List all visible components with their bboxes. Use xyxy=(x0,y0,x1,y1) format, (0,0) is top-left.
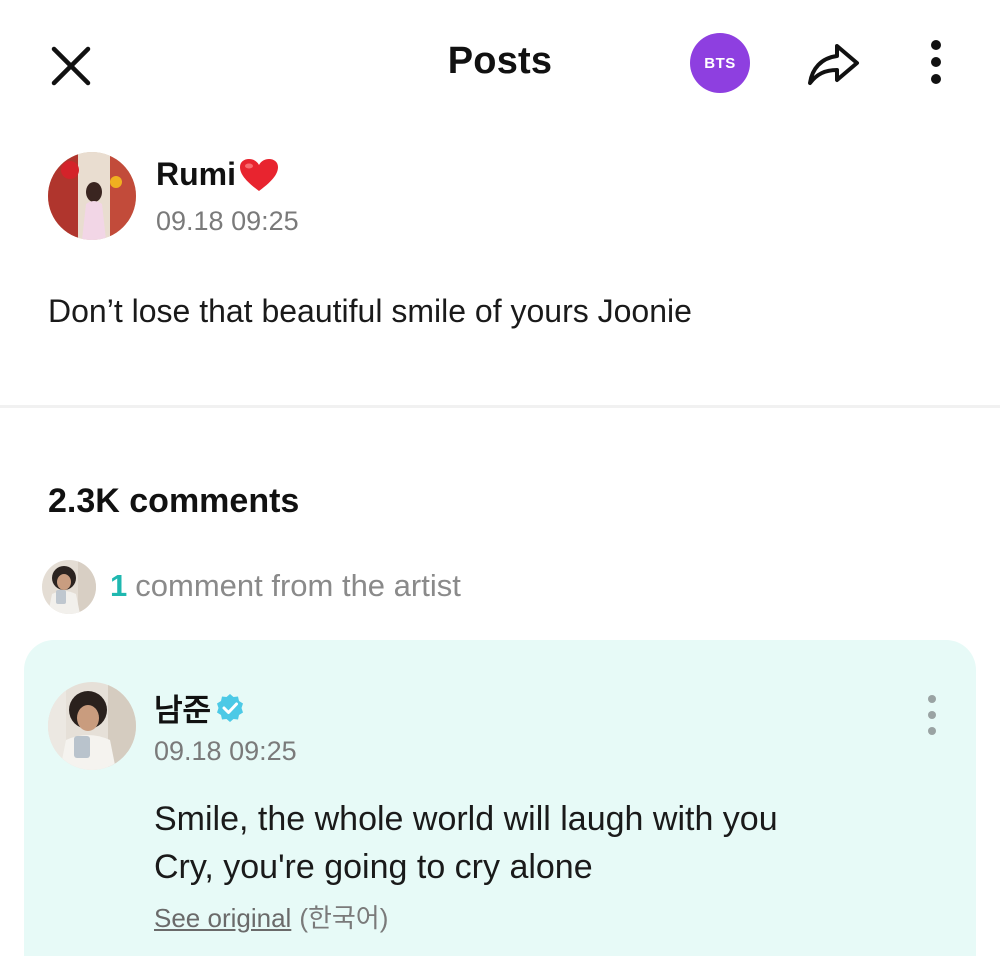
post-timestamp: 09.18 09:25 xyxy=(156,206,299,236)
comment-line-1: Smile, the whole world will laugh with y… xyxy=(154,800,778,838)
comment-body: Smile, the whole world will laugh with y… xyxy=(154,795,778,891)
commenter-avatar[interactable] xyxy=(48,682,136,770)
post-body: Don’t lose that beautiful smile of yours… xyxy=(48,293,692,329)
comment-line-2: Cry, you're going to cry alone xyxy=(154,848,593,886)
heart-icon xyxy=(240,158,278,191)
artist-mini-avatar xyxy=(42,560,96,614)
more-options-button[interactable] xyxy=(918,35,954,93)
original-language: (한국어) xyxy=(299,903,389,933)
community-badge-button[interactable]: BTS xyxy=(690,33,750,93)
artist-comment-label: comment from the artist xyxy=(135,568,461,603)
more-vertical-icon xyxy=(928,695,936,735)
comment-more-button[interactable] xyxy=(920,692,944,738)
post-author: Rumi 09.18 09:25 xyxy=(48,152,768,244)
artist-comments-link[interactable]: 1 comment from the artist xyxy=(42,560,642,616)
section-divider xyxy=(0,405,1000,408)
author-name-text: Rumi xyxy=(156,156,236,192)
author-name[interactable]: Rumi xyxy=(156,156,280,193)
top-bar: Posts BTS xyxy=(0,0,1000,125)
translation-footer: See original (한국어) xyxy=(154,898,388,935)
comments-count: 2.3K comments xyxy=(48,482,300,520)
artist-comment-count: 1 xyxy=(110,568,128,603)
artist-comment-card: 남준 09.18 09:25 Smile, the whole world wi… xyxy=(24,640,976,956)
author-avatar[interactable] xyxy=(48,152,136,240)
share-button[interactable] xyxy=(803,38,865,90)
share-icon xyxy=(808,44,859,85)
artist-comments-text: 1 comment from the artist xyxy=(110,568,461,604)
comment-timestamp: 09.18 09:25 xyxy=(154,736,297,766)
commenter-name-text: 남준 xyxy=(154,693,212,728)
more-vertical-icon xyxy=(931,40,941,84)
verified-badge-icon xyxy=(217,693,244,722)
commenter-name[interactable]: 남준 xyxy=(154,685,245,730)
see-original-link[interactable]: See original xyxy=(154,903,291,933)
